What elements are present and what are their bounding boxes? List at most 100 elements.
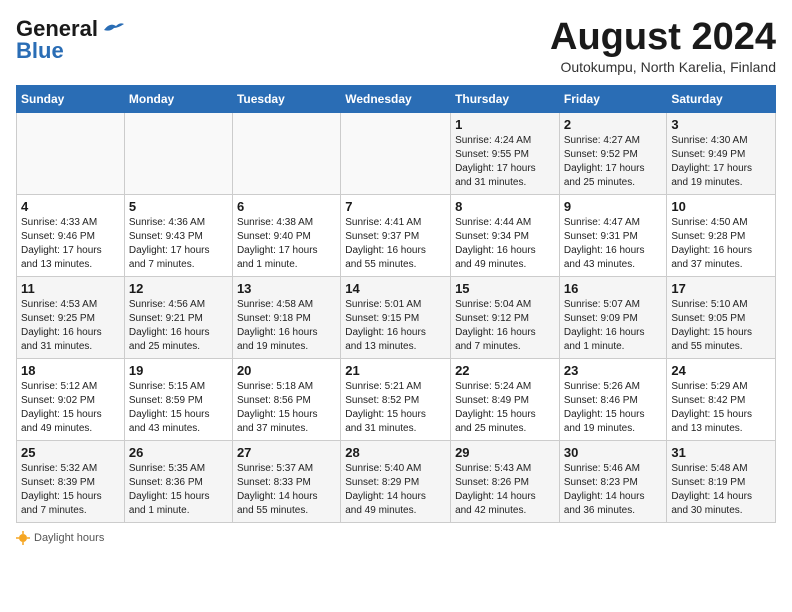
- calendar-cell: 1Sunrise: 4:24 AM Sunset: 9:55 PM Daylig…: [451, 113, 560, 195]
- calendar-cell: 2 Sunrise: 4:27 AM Sunset: 9:52 PM Daylig…: [559, 113, 667, 195]
- day-number: 14: [345, 281, 446, 296]
- logo-blue: Blue: [16, 38, 64, 64]
- day-number: 7: [345, 199, 446, 214]
- calendar-week-2: 4Sunrise: 4:33 AM Sunset: 9:46 PM Daylig…: [17, 195, 776, 277]
- day-number: 19: [129, 363, 228, 378]
- calendar-cell: 7 Sunrise: 4:41 AM Sunset: 9:37 PM Daylig…: [341, 195, 451, 277]
- daylight-legend: Daylight hours: [16, 531, 104, 545]
- calendar-cell: 9 Sunrise: 4:47 AM Sunset: 9:31 PM Daylig…: [559, 195, 667, 277]
- day-info: Sunrise: 5:37 AM Sunset: 8:33 PM Dayligh…: [237, 462, 336, 518]
- day-number: 10: [671, 199, 771, 214]
- day-info: Sunrise: 5:48 AM Sunset: 8:19 PM Dayligh…: [671, 462, 771, 518]
- calendar-cell: 8 Sunrise: 4:44 AM Sunset: 9:34 PM Daylig…: [451, 195, 560, 277]
- day-info: Sunrise: 4:33 AM Sunset: 9:46 PM Dayligh…: [21, 216, 120, 272]
- title-area: August 2024 Outokumpu, North Karelia, Fi…: [550, 16, 776, 75]
- calendar-cell: 16Sunrise: 5:07 AM Sunset: 9:09 PM Dayli…: [559, 277, 667, 359]
- day-info: Sunrise: 4:53 AM Sunset: 9:25 PM Dayligh…: [21, 298, 120, 354]
- day-number: 29: [455, 445, 555, 460]
- day-number: 26: [129, 445, 228, 460]
- day-number: 27: [237, 445, 336, 460]
- day-number: 20: [237, 363, 336, 378]
- day-info: Sunrise: 5:32 AM Sunset: 8:39 PM Dayligh…: [21, 462, 120, 518]
- calendar-cell: 13 Sunrise: 4:58 AM Sunset: 9:18 PM Dayli…: [232, 277, 340, 359]
- day-info: Sunrise: 4:58 AM Sunset: 9:18 PM Dayligh…: [237, 298, 336, 354]
- calendar-cell: [341, 113, 451, 195]
- day-info: Sunrise: 4:41 AM Sunset: 9:37 PM Dayligh…: [345, 216, 446, 272]
- calendar-cell: 10Sunrise: 4:50 AM Sunset: 9:28 PM Dayli…: [667, 195, 776, 277]
- logo: General Blue: [16, 16, 124, 64]
- day-number: 25: [21, 445, 120, 460]
- calendar-cell: 18 Sunrise: 5:12 AM Sunset: 9:02 PM Dayli…: [17, 359, 125, 441]
- day-info: Sunrise: 5:24 AM Sunset: 8:49 PM Dayligh…: [455, 380, 555, 436]
- day-number: 2: [564, 117, 663, 132]
- calendar-cell: 11 Sunrise: 4:53 AM Sunset: 9:25 PM Dayli…: [17, 277, 125, 359]
- day-info: Sunrise: 5:35 AM Sunset: 8:36 PM Dayligh…: [129, 462, 228, 518]
- day-number: 6: [237, 199, 336, 214]
- day-info: Sunrise: 4:36 AM Sunset: 9:43 PM Dayligh…: [129, 216, 228, 272]
- day-number: 18: [21, 363, 120, 378]
- day-info: Sunrise: 5:15 AM Sunset: 8:59 PM Dayligh…: [129, 380, 228, 436]
- day-info: Sunrise: 5:21 AM Sunset: 8:52 PM Dayligh…: [345, 380, 446, 436]
- calendar-cell: 21 Sunrise: 5:21 AM Sunset: 8:52 PM Dayli…: [341, 359, 451, 441]
- day-info: Sunrise: 4:27 AM Sunset: 9:52 PM Dayligh…: [564, 134, 663, 190]
- calendar-cell: [124, 113, 232, 195]
- calendar-cell: 30Sunrise: 5:46 AM Sunset: 8:23 PM Dayli…: [559, 441, 667, 523]
- day-number: 13: [237, 281, 336, 296]
- day-number: 3: [671, 117, 771, 132]
- day-number: 28: [345, 445, 446, 460]
- subtitle: Outokumpu, North Karelia, Finland: [550, 59, 776, 75]
- day-info: Sunrise: 5:46 AM Sunset: 8:23 PM Dayligh…: [564, 462, 663, 518]
- calendar-cell: 17Sunrise: 5:10 AM Sunset: 9:05 PM Dayli…: [667, 277, 776, 359]
- day-info: Sunrise: 5:26 AM Sunset: 8:46 PM Dayligh…: [564, 380, 663, 436]
- day-info: Sunrise: 5:43 AM Sunset: 8:26 PM Dayligh…: [455, 462, 555, 518]
- day-number: 31: [671, 445, 771, 460]
- calendar-week-5: 25 Sunrise: 5:32 AM Sunset: 8:39 PM Dayli…: [17, 441, 776, 523]
- calendar-cell: 25 Sunrise: 5:32 AM Sunset: 8:39 PM Dayli…: [17, 441, 125, 523]
- calendar-cell: [17, 113, 125, 195]
- calendar-cell: 31 Sunrise: 5:48 AM Sunset: 8:19 PM Dayli…: [667, 441, 776, 523]
- day-info: Sunrise: 4:56 AM Sunset: 9:21 PM Dayligh…: [129, 298, 228, 354]
- col-header-saturday: Saturday: [667, 86, 776, 113]
- day-info: Sunrise: 5:29 AM Sunset: 8:42 PM Dayligh…: [671, 380, 771, 436]
- day-info: Sunrise: 5:10 AM Sunset: 9:05 PM Dayligh…: [671, 298, 771, 354]
- calendar-cell: 24 Sunrise: 5:29 AM Sunset: 8:42 PM Dayli…: [667, 359, 776, 441]
- day-info: Sunrise: 4:44 AM Sunset: 9:34 PM Dayligh…: [455, 216, 555, 272]
- day-info: Sunrise: 5:12 AM Sunset: 9:02 PM Dayligh…: [21, 380, 120, 436]
- footer: Daylight hours: [16, 531, 776, 545]
- calendar-body: 1Sunrise: 4:24 AM Sunset: 9:55 PM Daylig…: [17, 113, 776, 523]
- day-info: Sunrise: 4:47 AM Sunset: 9:31 PM Dayligh…: [564, 216, 663, 272]
- calendar-cell: 6Sunrise: 4:38 AM Sunset: 9:40 PM Daylig…: [232, 195, 340, 277]
- col-header-thursday: Thursday: [451, 86, 560, 113]
- calendar-table: SundayMondayTuesdayWednesdayThursdayFrid…: [16, 85, 776, 523]
- day-info: Sunrise: 4:24 AM Sunset: 9:55 PM Dayligh…: [455, 134, 555, 190]
- day-info: Sunrise: 4:30 AM Sunset: 9:49 PM Dayligh…: [671, 134, 771, 190]
- col-header-tuesday: Tuesday: [232, 86, 340, 113]
- calendar-header-row: SundayMondayTuesdayWednesdayThursdayFrid…: [17, 86, 776, 113]
- calendar-cell: 28Sunrise: 5:40 AM Sunset: 8:29 PM Dayli…: [341, 441, 451, 523]
- day-info: Sunrise: 5:18 AM Sunset: 8:56 PM Dayligh…: [237, 380, 336, 436]
- day-number: 8: [455, 199, 555, 214]
- calendar-week-4: 18 Sunrise: 5:12 AM Sunset: 9:02 PM Dayli…: [17, 359, 776, 441]
- calendar-cell: 19 Sunrise: 5:15 AM Sunset: 8:59 PM Dayli…: [124, 359, 232, 441]
- calendar-cell: 22 Sunrise: 5:24 AM Sunset: 8:49 PM Dayli…: [451, 359, 560, 441]
- day-number: 15: [455, 281, 555, 296]
- day-info: Sunrise: 5:07 AM Sunset: 9:09 PM Dayligh…: [564, 298, 663, 354]
- day-number: 21: [345, 363, 446, 378]
- calendar-week-1: 1Sunrise: 4:24 AM Sunset: 9:55 PM Daylig…: [17, 113, 776, 195]
- calendar-cell: 5Sunrise: 4:36 AM Sunset: 9:43 PM Daylig…: [124, 195, 232, 277]
- day-number: 22: [455, 363, 555, 378]
- calendar-cell: [232, 113, 340, 195]
- daylight-label: Daylight hours: [34, 532, 104, 544]
- col-header-friday: Friday: [559, 86, 667, 113]
- col-header-wednesday: Wednesday: [341, 86, 451, 113]
- calendar-cell: 4Sunrise: 4:33 AM Sunset: 9:46 PM Daylig…: [17, 195, 125, 277]
- calendar-cell: 20 Sunrise: 5:18 AM Sunset: 8:56 PM Dayli…: [232, 359, 340, 441]
- col-header-monday: Monday: [124, 86, 232, 113]
- sun-icon: [16, 531, 30, 545]
- day-number: 9: [564, 199, 663, 214]
- calendar-cell: 15Sunrise: 5:04 AM Sunset: 9:12 PM Dayli…: [451, 277, 560, 359]
- day-number: 24: [671, 363, 771, 378]
- day-number: 12: [129, 281, 228, 296]
- day-number: 11: [21, 281, 120, 296]
- header: General Blue August 2024 Outokumpu, Nort…: [16, 16, 776, 75]
